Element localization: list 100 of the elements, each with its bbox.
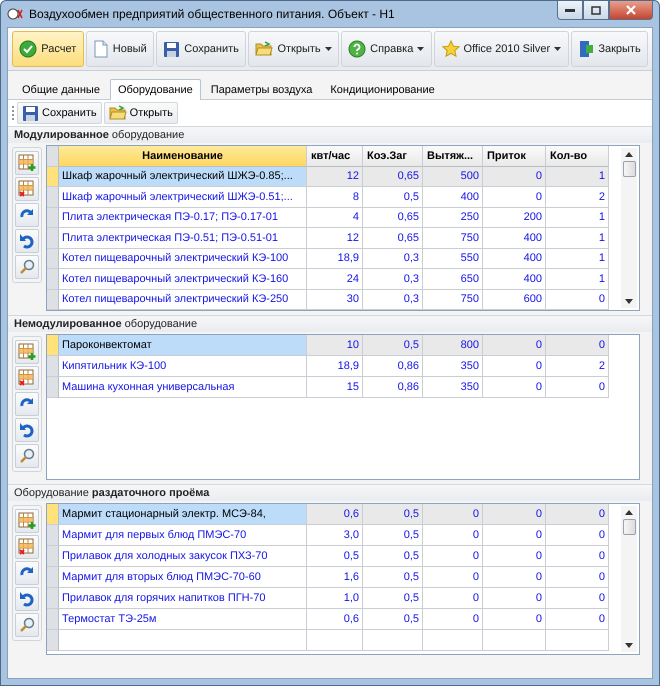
- toolbar-button[interactable]: Сохранить: [156, 31, 246, 67]
- add-row-button[interactable]: [15, 151, 39, 175]
- table-cell[interactable]: 0,3: [363, 248, 423, 269]
- table-cell[interactable]: 18,9: [307, 356, 363, 377]
- scroll-down-icon[interactable]: [625, 643, 633, 648]
- column-header[interactable]: Коэ.Заг: [363, 146, 423, 166]
- table-cell[interactable]: 0: [423, 525, 483, 546]
- search-button[interactable]: [15, 444, 39, 468]
- table-cell[interactable]: 0: [546, 504, 609, 525]
- table-cell[interactable]: Котел пищеварочный электрический КЭ-250: [59, 290, 307, 310]
- table-cell[interactable]: 0,3: [363, 290, 423, 310]
- table-cell[interactable]: 0,6: [307, 504, 363, 525]
- redo-button[interactable]: [15, 392, 39, 416]
- maximize-button[interactable]: [583, 1, 609, 20]
- table-cell[interactable]: 350: [423, 377, 483, 398]
- table-cell[interactable]: 0,5: [363, 567, 423, 588]
- row-indicator[interactable]: [47, 504, 59, 525]
- delete-row-button[interactable]: [15, 366, 39, 390]
- table-cell[interactable]: Прилавок для холодных закусок ПХЗ-70: [59, 546, 307, 567]
- table-cell[interactable]: 1: [546, 166, 609, 187]
- table-cell[interactable]: 0,5: [363, 335, 423, 356]
- table-cell[interactable]: 12: [307, 166, 363, 187]
- table-cell[interactable]: Мармит стационарный электр. МСЭ-84,: [59, 504, 307, 525]
- table-cell[interactable]: 0: [483, 166, 546, 187]
- redo-button[interactable]: [15, 561, 39, 585]
- table-cell[interactable]: 0: [546, 335, 609, 356]
- row-indicator[interactable]: [47, 567, 59, 588]
- undo-button[interactable]: [15, 229, 39, 253]
- row-indicator[interactable]: [47, 525, 59, 546]
- row-indicator[interactable]: [47, 208, 59, 228]
- table-cell[interactable]: 400: [483, 228, 546, 248]
- table-cell[interactable]: 0: [546, 588, 609, 609]
- table-cell[interactable]: 250: [423, 208, 483, 228]
- search-button[interactable]: [15, 255, 39, 279]
- table-cell[interactable]: 0: [546, 609, 609, 630]
- table-cell[interactable]: 0: [483, 546, 546, 567]
- table-cell[interactable]: 0,5: [363, 525, 423, 546]
- table-cell[interactable]: 0: [546, 290, 609, 310]
- table-cell[interactable]: Мармит для вторых блюд ПМЭС-70-60: [59, 567, 307, 588]
- table-cell[interactable]: 2: [546, 187, 609, 208]
- table-cell[interactable]: 0: [546, 546, 609, 567]
- row-indicator[interactable]: [47, 546, 59, 567]
- table-cell[interactable]: 0: [483, 187, 546, 208]
- table-cell[interactable]: 800: [423, 335, 483, 356]
- scrollbar[interactable]: [621, 148, 637, 308]
- table-cell[interactable]: 1: [546, 208, 609, 228]
- table-cell[interactable]: Термостат ТЭ-25м: [59, 609, 307, 630]
- table-cell[interactable]: 0,5: [307, 546, 363, 567]
- table-cell[interactable]: Плита электрическая ПЭ-0.17; ПЭ-0.17-01: [59, 208, 307, 228]
- table-cell[interactable]: 0: [483, 588, 546, 609]
- toolbar-button[interactable]: Office 2010 Silver: [434, 31, 570, 67]
- table-cell[interactable]: 0: [423, 567, 483, 588]
- scrollbar[interactable]: [621, 506, 637, 652]
- scroll-up-icon[interactable]: [625, 510, 633, 515]
- table-cell[interactable]: 0: [483, 525, 546, 546]
- table-cell[interactable]: 0: [423, 546, 483, 567]
- table-cell[interactable]: Шкаф жарочный электрический ШЖЭ-0.85;...: [59, 166, 307, 187]
- row-indicator[interactable]: [47, 269, 59, 290]
- column-header[interactable]: Наименование: [59, 146, 307, 166]
- table-cell[interactable]: 0: [483, 504, 546, 525]
- redo-button[interactable]: [15, 203, 39, 227]
- toolbar-button[interactable]: Сохранить: [17, 102, 102, 124]
- table-cell[interactable]: 600: [483, 290, 546, 310]
- table-cell[interactable]: 30: [307, 290, 363, 310]
- table-cell[interactable]: 0,86: [363, 377, 423, 398]
- scroll-thumb[interactable]: [622, 161, 636, 177]
- table-cell[interactable]: 0,5: [363, 609, 423, 630]
- table-cell[interactable]: 0: [483, 567, 546, 588]
- tab[interactable]: Оборудование: [110, 79, 201, 100]
- row-indicator[interactable]: [47, 228, 59, 248]
- table-cell[interactable]: 0,5: [363, 504, 423, 525]
- column-header[interactable]: Кол-во: [546, 146, 609, 166]
- table-cell[interactable]: 0,86: [363, 356, 423, 377]
- table-cell[interactable]: 4: [307, 208, 363, 228]
- table-cell[interactable]: Котел пищеварочный электрический КЭ-160: [59, 269, 307, 290]
- add-row-button[interactable]: [15, 340, 39, 364]
- table-cell[interactable]: Пароконвектомат: [59, 335, 307, 356]
- table-cell[interactable]: 0: [423, 588, 483, 609]
- table-cell[interactable]: 400: [483, 269, 546, 290]
- table-cell[interactable]: 1: [546, 248, 609, 269]
- table-cell[interactable]: 750: [423, 228, 483, 248]
- table-cell[interactable]: Машина кухонная универсальная: [59, 377, 307, 398]
- table-cell[interactable]: Плита электрическая ПЭ-0.51; ПЭ-0.51-01: [59, 228, 307, 248]
- tab[interactable]: Общие данные: [14, 79, 108, 100]
- table-cell[interactable]: 1: [546, 269, 609, 290]
- table-cell[interactable]: 12: [307, 228, 363, 248]
- delete-row-button[interactable]: [15, 535, 39, 559]
- table-cell[interactable]: Кипятильник КЭ-100: [59, 356, 307, 377]
- table-cell[interactable]: 10: [307, 335, 363, 356]
- column-header[interactable]: квт/час: [307, 146, 363, 166]
- table-cell[interactable]: 0: [423, 504, 483, 525]
- table-cell[interactable]: 750: [423, 290, 483, 310]
- add-row-button[interactable]: [15, 509, 39, 533]
- row-indicator[interactable]: [47, 166, 59, 187]
- row-indicator[interactable]: [47, 377, 59, 398]
- table-cell[interactable]: 0,5: [363, 546, 423, 567]
- table-cell[interactable]: Прилавок для горячих напитков ПГН-70: [59, 588, 307, 609]
- table-cell[interactable]: 0: [483, 335, 546, 356]
- table-cell[interactable]: 0,65: [363, 166, 423, 187]
- toolbar-button[interactable]: Справка: [340, 31, 432, 67]
